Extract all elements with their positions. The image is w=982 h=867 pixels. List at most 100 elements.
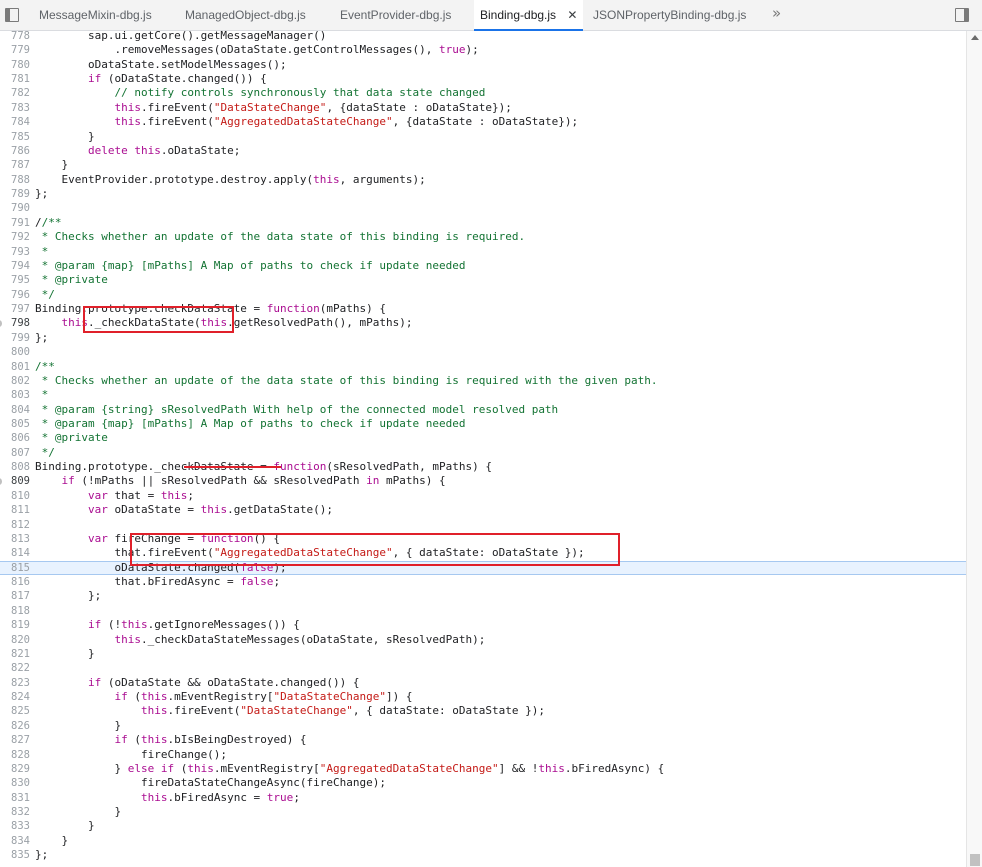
code-line[interactable]: 782 // notify controls synchronously tha…	[0, 86, 966, 100]
code-line[interactable]: 815 oDataState.changed(false);	[0, 560, 966, 576]
code-line[interactable]: 821 }	[0, 647, 966, 661]
code-line[interactable]: 826 }	[0, 719, 966, 733]
code-line[interactable]: 834 }	[0, 834, 966, 848]
line-number[interactable]: 815	[0, 562, 30, 575]
line-number[interactable]: 822	[0, 661, 30, 675]
line-number[interactable]: 821	[0, 647, 30, 661]
tab-messagemixin[interactable]: MessageMixin-dbg.js	[33, 0, 158, 31]
code-line[interactable]: 812	[0, 518, 966, 532]
line-number[interactable]: 826	[0, 719, 30, 733]
code-line[interactable]: 781 if (oDataState.changed()) {	[0, 72, 966, 86]
tab-eventprovider[interactable]: EventProvider-dbg.js	[334, 0, 457, 31]
code-line[interactable]: 802 * Checks whether an update of the da…	[0, 374, 966, 388]
line-number[interactable]: 802	[0, 374, 30, 388]
line-number[interactable]: 813	[0, 532, 30, 546]
line-number[interactable]: 786	[0, 144, 30, 158]
code-line[interactable]: 832 }	[0, 805, 966, 819]
line-number[interactable]: 833	[0, 819, 30, 833]
code-line[interactable]: 794 * @param {map} [mPaths] A Map of pat…	[0, 259, 966, 273]
code-line[interactable]: 817 };	[0, 589, 966, 603]
code-line[interactable]: 785 }	[0, 130, 966, 144]
line-number[interactable]: 817	[0, 589, 30, 603]
code-line[interactable]: 809 if (!mPaths || sResolvedPath && sRes…	[0, 474, 966, 488]
code-line[interactable]: 807 */	[0, 446, 966, 460]
line-number[interactable]: 808	[0, 460, 30, 474]
line-number[interactable]: 791	[0, 216, 30, 230]
line-number[interactable]: 779	[0, 43, 30, 57]
line-number[interactable]: 784	[0, 115, 30, 129]
line-number[interactable]: 816	[0, 575, 30, 589]
line-number[interactable]: 824	[0, 690, 30, 704]
code-line[interactable]: 828 fireChange();	[0, 748, 966, 762]
line-number[interactable]: 793	[0, 245, 30, 259]
code-line[interactable]: 806 * @private	[0, 431, 966, 445]
line-number[interactable]: 800	[0, 345, 30, 359]
code-line[interactable]: 789};	[0, 187, 966, 201]
line-number[interactable]: 790	[0, 201, 30, 215]
code-line[interactable]: 801 /**	[0, 360, 966, 374]
code-line[interactable]: 799};	[0, 331, 966, 345]
line-number[interactable]: 832	[0, 805, 30, 819]
code-line[interactable]: 797 Binding.prototype.checkDataState = fu…	[0, 302, 966, 316]
code-line[interactable]: 810 var that = this;	[0, 489, 966, 503]
tab-managedobject[interactable]: ManagedObject-dbg.js	[179, 0, 312, 31]
line-number[interactable]: 809	[0, 474, 30, 488]
line-number[interactable]: 834	[0, 834, 30, 848]
line-number[interactable]: 794	[0, 259, 30, 273]
line-number[interactable]: 828	[0, 748, 30, 762]
code-line[interactable]: 795 * @private	[0, 273, 966, 287]
line-number[interactable]: 785	[0, 130, 30, 144]
code-line[interactable]: 827 if (this.bIsBeingDestroyed) {	[0, 733, 966, 747]
line-number[interactable]: 829	[0, 762, 30, 776]
code-line[interactable]: 784 this.fireEvent("AggregatedDataStateC…	[0, 115, 966, 129]
close-tab-icon[interactable]: ✕	[567, 0, 577, 31]
code-line[interactable]: 790	[0, 201, 966, 215]
code-line[interactable]: 778 sap.ui.getCore().getMessageManager()	[0, 31, 966, 43]
code-line[interactable]: 800	[0, 345, 966, 359]
line-number[interactable]: 797	[0, 302, 30, 316]
line-number[interactable]: 810	[0, 489, 30, 503]
code-line[interactable]: 792 * Checks whether an update of the da…	[0, 230, 966, 244]
code-line[interactable]: 798 this._checkDataState(this.getResolve…	[0, 316, 966, 330]
code-line[interactable]: 823 if (oDataState && oDataState.changed…	[0, 676, 966, 690]
line-number[interactable]: 830	[0, 776, 30, 790]
line-number[interactable]: 778	[0, 31, 30, 43]
code-line[interactable]: 829 } else if (this.mEventRegistry["Aggr…	[0, 762, 966, 776]
line-number[interactable]: 811	[0, 503, 30, 517]
code-line[interactable]: 818	[0, 604, 966, 618]
code-line[interactable]: 811 var oDataState = this.getDataState()…	[0, 503, 966, 517]
line-number[interactable]: 787	[0, 158, 30, 172]
code-line[interactable]: 819 if (!this.getIgnoreMessages()) {	[0, 618, 966, 632]
scroll-up-arrow-icon[interactable]	[971, 35, 979, 40]
code-line[interactable]: 813 var fireChange = function() {	[0, 532, 966, 546]
line-number[interactable]: 795	[0, 273, 30, 287]
code-line[interactable]: 803 *	[0, 388, 966, 402]
line-number[interactable]: 798	[0, 316, 30, 330]
code-line[interactable]: 804 * @param {string} sResolvedPath With…	[0, 403, 966, 417]
line-number[interactable]: 799	[0, 331, 30, 345]
line-number[interactable]: 805	[0, 417, 30, 431]
line-number[interactable]: 825	[0, 704, 30, 718]
line-number[interactable]: 812	[0, 518, 30, 532]
line-number[interactable]: 823	[0, 676, 30, 690]
code-line[interactable]: 835};	[0, 848, 966, 862]
code-line[interactable]: 791 //**	[0, 216, 966, 230]
line-number[interactable]: 818	[0, 604, 30, 618]
toggle-navigator-icon[interactable]	[5, 8, 19, 22]
line-number[interactable]: 820	[0, 633, 30, 647]
scrollbar-thumb[interactable]	[970, 854, 980, 866]
vertical-scrollbar[interactable]	[966, 31, 982, 867]
code-editor[interactable]: 778 sap.ui.getCore().getMessageManager()…	[0, 31, 966, 867]
tab-jsonpropertybinding[interactable]: JSONPropertyBinding-dbg.js	[587, 0, 752, 31]
code-line[interactable]: 787 }	[0, 158, 966, 172]
line-number[interactable]: 814	[0, 546, 30, 560]
code-line[interactable]: 814 that.fireEvent("AggregatedDataStateC…	[0, 546, 966, 560]
line-number[interactable]: 819	[0, 618, 30, 632]
code-line[interactable]: 831 this.bFiredAsync = true;	[0, 791, 966, 805]
line-number[interactable]: 796	[0, 288, 30, 302]
line-number[interactable]: 782	[0, 86, 30, 100]
code-line[interactable]: 805 * @param {map} [mPaths] A Map of pat…	[0, 417, 966, 431]
line-number[interactable]: 804	[0, 403, 30, 417]
line-number[interactable]: 792	[0, 230, 30, 244]
code-line[interactable]: 822	[0, 661, 966, 675]
